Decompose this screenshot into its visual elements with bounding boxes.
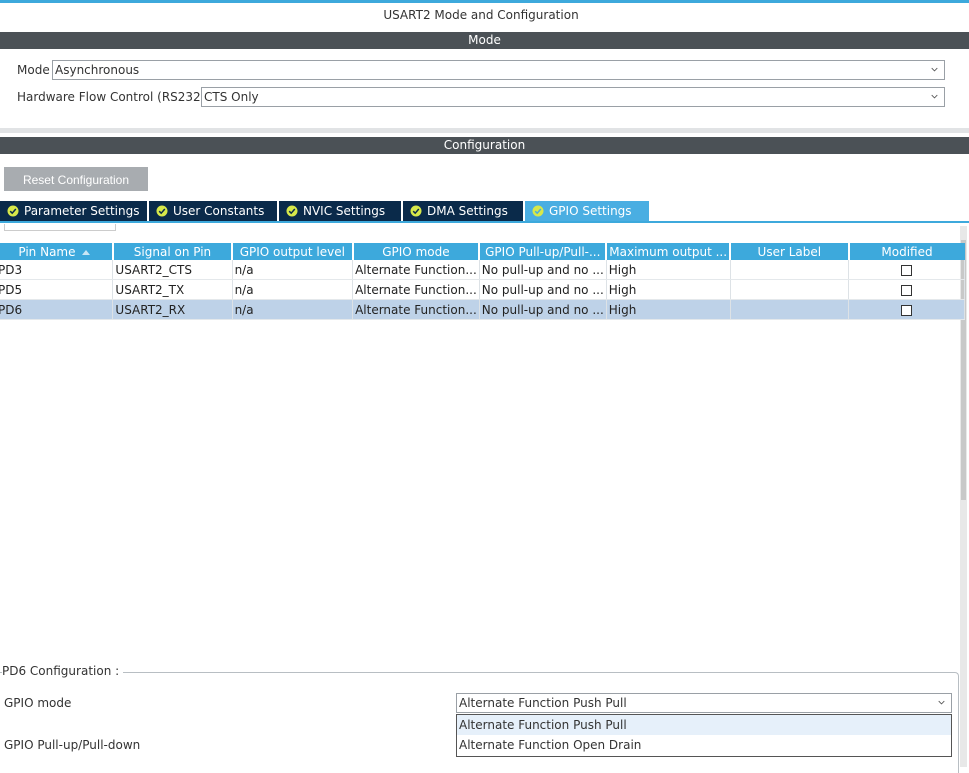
chevron-down-icon xyxy=(938,700,945,705)
chevron-down-icon xyxy=(931,94,938,99)
modified-checkbox[interactable] xyxy=(901,304,913,316)
cell-gpio-mode: Alternate Function... xyxy=(352,260,480,280)
column-header-gpio-mode[interactable]: GPIO mode xyxy=(352,243,481,260)
dropdown-option-open-drain[interactable]: Alternate Function Open Drain xyxy=(457,735,951,755)
tab-dma-settings[interactable]: DMA Settings xyxy=(403,201,525,221)
window-top-accent xyxy=(0,0,969,3)
reset-configuration-button[interactable]: Reset Configuration xyxy=(4,167,148,191)
table-row[interactable]: PD3 USART2_CTS n/a Alternate Function...… xyxy=(0,260,965,280)
dropdown-option-push-pull[interactable]: Alternate Function Push Pull xyxy=(457,715,951,735)
gpio-pin-table: Pin Name Signal on Pin GPIO output level… xyxy=(0,243,965,320)
gpio-mode-value: Alternate Function Push Pull xyxy=(459,696,627,710)
modified-checkbox[interactable] xyxy=(901,284,913,296)
cell-user-label[interactable] xyxy=(730,279,850,300)
flow-control-label: Hardware Flow Control (RS232) xyxy=(17,90,206,104)
cell-max-output: High xyxy=(606,260,731,280)
chevron-down-icon xyxy=(931,67,938,72)
modified-checkbox[interactable] xyxy=(901,264,913,276)
cell-pin-name: PD6 xyxy=(0,299,114,320)
mode-select-value: Asynchronous xyxy=(55,63,140,77)
cell-gpio-mode: Alternate Function... xyxy=(352,279,480,300)
cell-output-level: n/a xyxy=(232,260,354,280)
column-header-max-output[interactable]: Maximum output ... xyxy=(606,243,732,260)
tab-label: User Constants xyxy=(173,204,265,218)
table-header-row: Pin Name Signal on Pin GPIO output level… xyxy=(0,243,965,260)
tab-user-constants[interactable]: User Constants xyxy=(149,201,279,221)
configuration-section-header: Configuration xyxy=(0,137,969,154)
pin-configuration-legend: PD6 Configuration : xyxy=(2,664,124,678)
check-circle-icon xyxy=(286,205,298,217)
gpio-mode-dropdown-list: Alternate Function Push Pull Alternate F… xyxy=(456,714,952,757)
cell-user-label[interactable] xyxy=(730,299,850,320)
gpio-mode-select[interactable]: Alternate Function Push Pull xyxy=(456,693,952,713)
mode-section-header: Mode xyxy=(0,32,969,49)
tab-gpio-settings[interactable]: GPIO Settings xyxy=(525,201,649,221)
gpio-mode-label: GPIO mode xyxy=(4,696,72,710)
check-circle-icon xyxy=(156,205,168,217)
cell-modified xyxy=(848,260,965,280)
search-box-edge xyxy=(4,224,116,231)
column-header-modified[interactable]: Modified xyxy=(848,243,965,260)
cell-user-label[interactable] xyxy=(730,260,850,280)
table-row-selected[interactable]: PD6 USART2_RX n/a Alternate Function... … xyxy=(0,299,965,320)
tab-parameter-settings[interactable]: Parameter Settings xyxy=(0,201,149,221)
check-circle-icon xyxy=(7,205,19,217)
cell-signal: USART2_CTS xyxy=(112,260,233,280)
column-header-pull[interactable]: GPIO Pull-up/Pull-... xyxy=(479,243,608,260)
cell-modified xyxy=(848,299,965,320)
check-circle-icon xyxy=(410,205,422,217)
gpio-pull-label: GPIO Pull-up/Pull-down xyxy=(4,738,141,752)
column-header-pin-name[interactable]: Pin Name xyxy=(0,243,114,260)
cell-max-output: High xyxy=(606,299,731,320)
cell-output-level: n/a xyxy=(232,279,354,300)
cell-pin-name: PD5 xyxy=(0,279,114,300)
tab-nvic-settings[interactable]: NVIC Settings xyxy=(279,201,403,221)
tab-underline xyxy=(0,221,969,223)
cell-pull: No pull-up and no ... xyxy=(479,299,607,320)
tab-label: NVIC Settings xyxy=(303,204,386,218)
column-header-signal[interactable]: Signal on Pin xyxy=(112,243,234,260)
check-circle-icon xyxy=(532,205,544,217)
section-divider xyxy=(0,128,969,133)
cell-pull: No pull-up and no ... xyxy=(479,260,607,280)
tab-label: GPIO Settings xyxy=(549,204,632,218)
tab-label: DMA Settings xyxy=(427,204,508,218)
cell-output-level: n/a xyxy=(232,299,354,320)
cell-signal: USART2_TX xyxy=(112,279,233,300)
cell-pin-name: PD3 xyxy=(0,260,114,280)
tab-label: Parameter Settings xyxy=(24,204,140,218)
table-row[interactable]: PD5 USART2_TX n/a Alternate Function... … xyxy=(0,279,965,300)
cell-pull: No pull-up and no ... xyxy=(479,279,607,300)
mode-select[interactable]: Asynchronous xyxy=(52,60,945,80)
mode-label: Mode xyxy=(17,63,50,77)
column-header-output-level[interactable]: GPIO output level xyxy=(232,243,354,260)
cell-gpio-mode: Alternate Function... xyxy=(352,299,480,320)
cell-max-output: High xyxy=(606,279,731,300)
cell-signal: USART2_RX xyxy=(112,299,233,320)
column-header-user-label[interactable]: User Label xyxy=(730,243,850,260)
window-title: USART2 Mode and Configuration xyxy=(383,8,579,22)
flow-control-select[interactable]: CTS Only xyxy=(201,87,945,107)
sort-up-icon xyxy=(81,249,90,255)
flow-control-value: CTS Only xyxy=(204,90,259,104)
cell-modified xyxy=(848,279,965,300)
